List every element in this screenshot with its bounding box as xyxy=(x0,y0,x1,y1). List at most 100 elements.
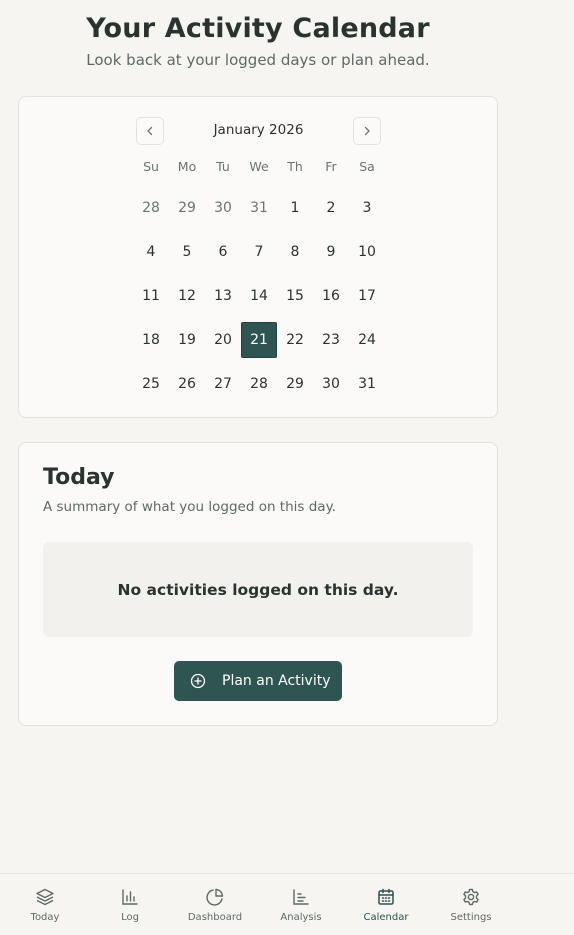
calendar-day-number: 6 xyxy=(218,244,228,260)
calendar-day[interactable]: 24 xyxy=(349,318,385,362)
calendar-day-number: 13 xyxy=(214,288,232,304)
calendar-day-number: 23 xyxy=(322,332,340,348)
weekday-label: Tu xyxy=(216,159,230,174)
today-title: Today xyxy=(43,465,115,490)
calendar-day-number: 12 xyxy=(178,288,196,304)
month-label: January 2026 xyxy=(213,122,304,138)
calendar-header: January 2026 xyxy=(136,117,381,145)
calendar-day[interactable]: 26 xyxy=(169,362,205,406)
plus-circle-icon xyxy=(190,673,206,689)
nav-label-today: Today xyxy=(30,912,60,923)
nav-item-dashboard[interactable]: Dashboard xyxy=(175,874,255,935)
calendar-day-number: 11 xyxy=(142,288,160,304)
calendar-day-number: 15 xyxy=(286,288,304,304)
calendar-day-number: 24 xyxy=(358,332,376,348)
weekday-label: Sa xyxy=(359,159,375,174)
weekday-label: We xyxy=(249,159,269,174)
calendar-day[interactable]: 7 xyxy=(241,230,277,274)
calendar-day[interactable]: 15 xyxy=(277,274,313,318)
calendar-day-number: 28 xyxy=(250,376,268,392)
calendar-day[interactable]: 31 xyxy=(349,362,385,406)
calendar-day[interactable]: 14 xyxy=(241,274,277,318)
nav-label-analysis: Analysis xyxy=(280,912,322,923)
calendar-day[interactable]: 4 xyxy=(133,230,169,274)
nav-label-dashboard: Dashboard xyxy=(187,912,243,923)
nav-label-log: Log xyxy=(121,912,139,923)
calendar-day-number: 18 xyxy=(142,332,160,348)
previous-month-button[interactable] xyxy=(136,117,164,145)
calendar-day[interactable]: 16 xyxy=(313,274,349,318)
calendar-day[interactable]: 27 xyxy=(205,362,241,406)
calendar-day[interactable]: 9 xyxy=(313,230,349,274)
calendar-day-number: 4 xyxy=(146,244,156,260)
nav-item-calendar[interactable]: Calendar xyxy=(346,874,426,935)
weekday-label: Fr xyxy=(325,159,337,174)
chevron-right-icon xyxy=(364,126,370,136)
calendar-day[interactable]: 8 xyxy=(277,230,313,274)
calendar-day-number: 26 xyxy=(178,376,196,392)
calendar-day[interactable]: 30 xyxy=(313,362,349,406)
nav-item-settings[interactable]: Settings xyxy=(431,874,511,935)
chevron-left-icon xyxy=(147,126,153,136)
gear-icon xyxy=(460,886,482,908)
calendar-day-number: 30 xyxy=(322,376,340,392)
calendar-day-outside[interactable]: 28 xyxy=(133,186,169,230)
calendar-day[interactable]: 10 xyxy=(349,230,385,274)
nav-item-analysis[interactable]: Analysis xyxy=(261,874,341,935)
calendar-day[interactable]: 11 xyxy=(133,274,169,318)
calendar-day[interactable]: 17 xyxy=(349,274,385,318)
today-subtitle: A summary of what you logged on this day… xyxy=(43,499,336,515)
calendar-day[interactable]: 6 xyxy=(205,230,241,274)
calendar-day-number: 3 xyxy=(362,200,372,216)
calendar-day-number: 30 xyxy=(214,200,232,216)
calendar-day[interactable]: 25 xyxy=(133,362,169,406)
next-month-button[interactable] xyxy=(353,117,381,145)
calendar-day-number: 22 xyxy=(286,332,304,348)
nav-item-today[interactable]: Today xyxy=(5,874,85,935)
calendar-day[interactable]: 29 xyxy=(277,362,313,406)
bar-chart-icon xyxy=(119,886,141,908)
page-subtitle: Look back at your logged days or plan ah… xyxy=(86,51,430,69)
calendar-day-number: 19 xyxy=(178,332,196,348)
calendar-day-number: 21 xyxy=(241,322,277,358)
calendar-icon xyxy=(375,886,397,908)
calendar-day[interactable]: 20 xyxy=(205,318,241,362)
nav-item-log[interactable]: Log xyxy=(90,874,170,935)
calendar-day-number: 29 xyxy=(178,200,196,216)
weekday-label: Th xyxy=(287,159,303,174)
plan-activity-button[interactable]: Plan an Activity xyxy=(174,661,342,701)
calendar-day[interactable]: 23 xyxy=(313,318,349,362)
bottom-navigation: Today Log Dashboard Analysis Calendar Se… xyxy=(0,873,574,935)
calendar-day-number: 25 xyxy=(142,376,160,392)
calendar-day[interactable]: 18 xyxy=(133,318,169,362)
weekday-label: Su xyxy=(143,159,159,174)
calendar-day-outside[interactable]: 30 xyxy=(205,186,241,230)
calendar-day-number: 8 xyxy=(290,244,300,260)
calendar-day[interactable]: 22 xyxy=(277,318,313,362)
empty-state-message: No activities logged on this day. xyxy=(117,580,399,599)
nav-label-calendar: Calendar xyxy=(363,912,409,923)
weekday-header: Su Mo Tu We Th Fr Sa xyxy=(133,159,385,174)
nav-label-settings: Settings xyxy=(450,912,492,923)
today-summary-card: Today A summary of what you logged on th… xyxy=(18,442,498,726)
calendar-day-number: 31 xyxy=(358,376,376,392)
calendar-day-outside[interactable]: 31 xyxy=(241,186,277,230)
calendar-day-outside[interactable]: 29 xyxy=(169,186,205,230)
page-title: Your Activity Calendar xyxy=(86,13,430,44)
calendar-day[interactable]: 13 xyxy=(205,274,241,318)
calendar-day-number: 7 xyxy=(254,244,264,260)
calendar-day-number: 29 xyxy=(286,376,304,392)
weekday-label: Mo xyxy=(177,159,197,174)
calendar-day[interactable]: 3 xyxy=(349,186,385,230)
calendar-card: January 2026 Su Mo Tu We Th Fr Sa 28 29 30 31 1 2 3 4… xyxy=(18,96,498,418)
calendar-day[interactable]: 2 xyxy=(313,186,349,230)
calendar-day[interactable]: 12 xyxy=(169,274,205,318)
calendar-day[interactable]: 1 xyxy=(277,186,313,230)
calendar-day-number: 5 xyxy=(182,244,192,260)
calendar-day-number: 28 xyxy=(142,200,160,216)
plan-activity-label: Plan an Activity xyxy=(222,673,331,689)
calendar-day-selected[interactable]: 21 xyxy=(241,318,277,362)
calendar-day[interactable]: 19 xyxy=(169,318,205,362)
calendar-day[interactable]: 5 xyxy=(169,230,205,274)
calendar-day[interactable]: 28 xyxy=(241,362,277,406)
